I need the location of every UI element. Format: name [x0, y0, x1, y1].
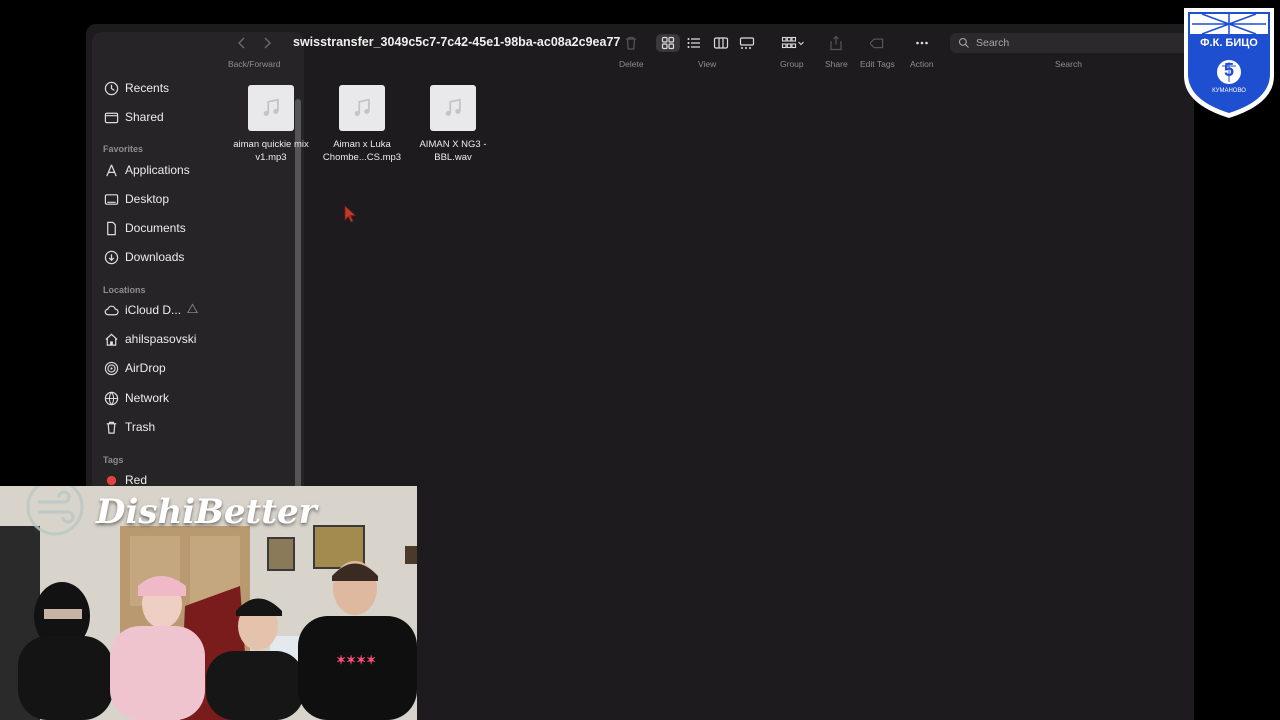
file-name-line1: Aiman x Luka: [333, 139, 391, 150]
applications-icon: [103, 162, 119, 178]
sidebar-item-label: Applications: [125, 163, 190, 177]
streamer-name: DishiBetter: [96, 492, 317, 532]
airdrop-icon: [103, 360, 119, 376]
sidebar-item-network[interactable]: Network: [103, 386, 283, 410]
columns-view-icon: [713, 37, 729, 49]
download-icon: [103, 249, 119, 265]
audio-file-icon: [339, 85, 385, 131]
svg-text:✶✶✶✶: ✶✶✶✶: [336, 653, 376, 667]
chevron-down-icon: [798, 41, 804, 46]
back-forward-caption: Back/Forward: [228, 59, 281, 69]
file-name-line1: aiman quickie mix: [233, 139, 309, 150]
sidebar-item-label: Network: [125, 391, 170, 405]
ellipsis-icon: [916, 41, 928, 45]
group-grid-icon: [781, 36, 797, 49]
sidebar-item-documents[interactable]: Documents: [103, 216, 283, 240]
tag-icon: [870, 38, 884, 49]
sidebar-item-icloud[interactable]: iCloud D...: [103, 298, 283, 322]
action-caption: Action: [910, 59, 934, 69]
network-icon: [103, 390, 119, 406]
sidebar-item-label: Trash: [125, 420, 156, 434]
sidebar-item-label: iCloud D...: [125, 303, 182, 317]
document-icon: [103, 220, 119, 236]
gallery-view-icon: [739, 37, 755, 49]
file-name-line2: v1.mp3: [255, 151, 287, 163]
club-logo-number: 5: [1223, 60, 1234, 80]
locations-header: Locations: [103, 285, 146, 295]
view-columns-button[interactable]: [713, 34, 729, 52]
view-list-button[interactable]: [686, 34, 702, 52]
favorites-header: Favorites: [103, 144, 144, 154]
sidebar-item-trash[interactable]: Trash: [103, 415, 283, 439]
trash-icon: [103, 419, 119, 435]
sidebar-item-label: Red: [125, 473, 148, 487]
search-icon: [958, 37, 969, 48]
group-caption: Group: [780, 59, 804, 69]
desktop-icon: [103, 191, 119, 207]
forward-button[interactable]: [259, 34, 275, 52]
edit-tags-button[interactable]: [870, 34, 886, 52]
file-item[interactable]: aiman quickie mix v1.mp3: [226, 85, 316, 164]
view-gallery-button[interactable]: [739, 34, 755, 52]
sidebar-item-label: Downloads: [125, 250, 185, 264]
window-title: swisstransfer_3049c5c7-7c42-45e1-98ba-ac…: [293, 35, 621, 49]
shared-folder-icon: [103, 109, 119, 125]
tags-header: Tags: [103, 455, 124, 465]
club-logo-city: КУМАНОВО: [1212, 88, 1246, 94]
trash-icon: [626, 36, 636, 50]
search-field[interactable]: Search: [950, 33, 1190, 53]
action-button[interactable]: [914, 34, 930, 52]
sidebar-item-label: AirDrop: [125, 361, 166, 375]
file-item[interactable]: AIMAN X NG3 - BBL.wav: [408, 85, 498, 164]
sidebar-item-label: Recents: [125, 81, 170, 95]
club-logo: Ф.К. БИЦО 5 КУМАНОВО: [1182, 6, 1276, 125]
share-button[interactable]: [828, 34, 844, 52]
sidebar-item-desktop[interactable]: Desktop: [103, 187, 283, 211]
club-logo-text: Ф.К. БИЦО: [1200, 37, 1258, 49]
clock-icon: [103, 80, 119, 96]
sidebar-item-label: ahilspasovski: [125, 332, 197, 346]
webcam-overlay: ✶✶✶✶ DishiBetter: [0, 486, 417, 720]
grid-view-icon: [661, 36, 675, 50]
file-name-line2: BBL.wav: [434, 151, 472, 163]
sidebar-item-label: Desktop: [125, 192, 170, 206]
sidebar-item-label: Documents: [125, 221, 186, 235]
group-button[interactable]: [780, 34, 806, 52]
file-name-line1: AIMAN X NG3 -: [419, 139, 487, 150]
sidebar-item-downloads[interactable]: Downloads: [103, 245, 283, 269]
sidebar-item-label: Shared: [125, 110, 164, 124]
audio-file-icon: [430, 85, 476, 131]
search-placeholder: Search: [976, 37, 1010, 49]
delete-button[interactable]: [623, 34, 639, 52]
mouse-cursor-icon: [344, 205, 357, 223]
delete-caption: Delete: [619, 59, 644, 69]
search-caption: Search: [1055, 59, 1082, 69]
file-name-line2: Chombe...CS.mp3: [322, 151, 402, 163]
cloud-icon: [103, 302, 119, 318]
file-item[interactable]: Aiman x Luka Chombe...CS.mp3: [317, 85, 407, 164]
share-caption: Share: [825, 59, 848, 69]
warning-icon: [187, 303, 199, 317]
audio-file-icon: [248, 85, 294, 131]
sidebar-item-home[interactable]: ahilspasovski: [103, 327, 283, 351]
share-icon: [830, 35, 842, 51]
list-view-icon: [687, 38, 700, 48]
chevron-left-icon: [238, 37, 245, 49]
back-button[interactable]: [234, 34, 250, 52]
home-icon: [103, 331, 119, 347]
view-icons-button[interactable]: [656, 34, 680, 52]
sidebar-item-airdrop[interactable]: AirDrop: [103, 356, 283, 380]
chevron-right-icon: [264, 37, 271, 49]
view-caption: View: [698, 59, 717, 69]
edit-tags-caption: Edit Tags: [860, 59, 895, 69]
